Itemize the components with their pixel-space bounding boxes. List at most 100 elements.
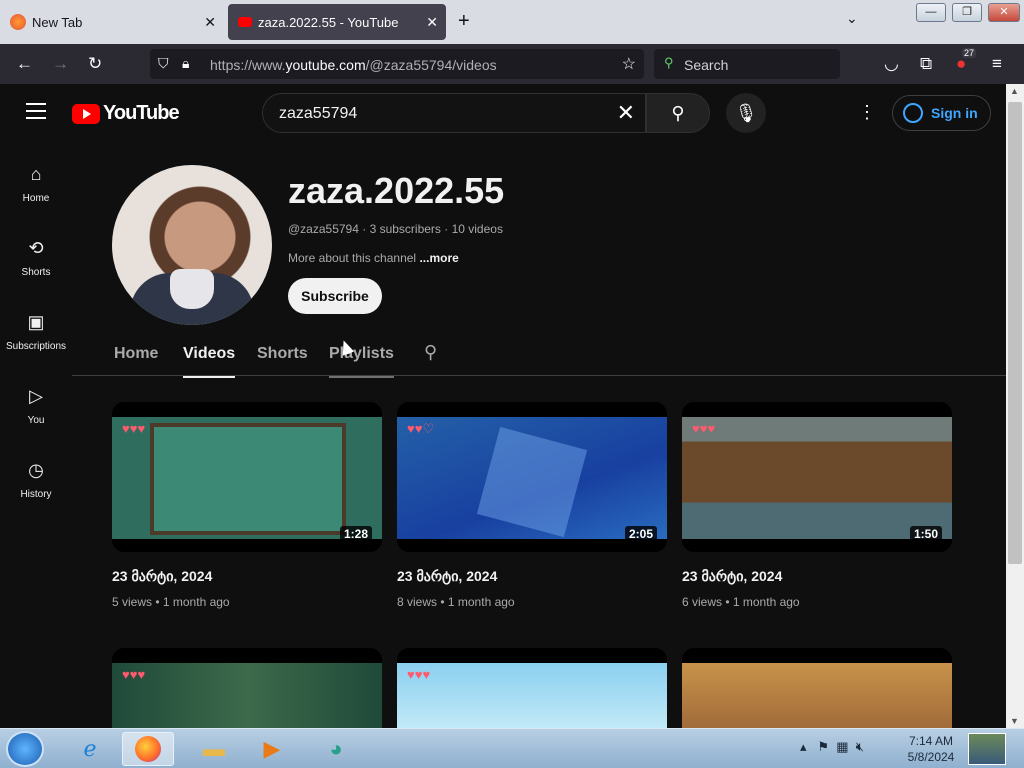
folder-icon[interactable]: ▬ — [188, 732, 240, 766]
video-card[interactable]: ♥♥♥ — [397, 648, 667, 728]
windows-taskbar: ℯ ▬ ▶ ◕ ▴ ⚑ ▦ 🔇︎ 7:14 AM 5/8/2024 — [0, 728, 1024, 768]
video-title[interactable]: 23 მარტი, 2024 — [112, 568, 382, 585]
lock-icon[interactable]: 🔒︎ — [182, 55, 189, 72]
url-bar[interactable]: ⛉ 🔒︎ https://www.youtube.com/@zaza55794/… — [150, 49, 644, 79]
forward-arrow-icon[interactable]: → — [52, 54, 69, 74]
video-thumbnail[interactable]: ♥♥♥ 1:50 — [682, 402, 952, 552]
media-player-icon[interactable]: ▶ — [246, 732, 298, 766]
search-placeholder: Search — [684, 57, 729, 73]
video-thumbnail[interactable] — [682, 648, 952, 728]
video-card[interactable]: ♥♥♥ 1:50 23 მარტი, 2024 6 views • 1 mont… — [682, 402, 952, 609]
sidebar-item-subscriptions[interactable]: ▣ Subscriptions — [0, 302, 72, 376]
browser-search-field[interactable]: ⚲ Search — [654, 49, 840, 79]
extensions-icon[interactable]: ⧉ — [920, 54, 932, 74]
video-thumbnail[interactable]: ♥♥♥ — [397, 648, 667, 728]
video-card[interactable] — [682, 648, 952, 728]
sign-in-button[interactable]: Sign in — [892, 95, 991, 131]
channel-avatar[interactable] — [112, 165, 272, 325]
volume-muted-icon[interactable]: 🔇︎ — [856, 739, 864, 754]
sign-in-label: Sign in — [931, 105, 978, 121]
video-title[interactable]: 23 მარტი, 2024 — [682, 568, 952, 585]
menu-icon[interactable]: ≡ — [992, 54, 1002, 74]
sidebar-item-shorts[interactable]: ⟲ Shorts — [0, 228, 72, 302]
tab-playlists[interactable]: Playlists — [329, 345, 394, 378]
minimize-button[interactable]: — — [916, 3, 946, 22]
new-tab-plus-icon[interactable]: + — [458, 10, 470, 33]
flag-icon[interactable]: ⚑ — [817, 739, 829, 754]
search-button[interactable]: ⚲ — [646, 93, 710, 133]
url-text[interactable]: https://www.youtube.com/@zaza55794/video… — [210, 57, 497, 73]
back-arrow-icon[interactable]: ← — [16, 54, 33, 74]
hearts-icon: ♥♥♡ — [407, 421, 435, 436]
channel-about-link[interactable]: More about this channel ...more — [288, 251, 459, 265]
scroll-down-icon[interactable]: ▼ — [1010, 716, 1019, 726]
close-tab-icon[interactable]: ✕ — [426, 14, 438, 31]
taskbar-clock[interactable]: 7:14 AM 5/8/2024 — [900, 733, 962, 765]
close-tab-icon[interactable]: ✕ — [204, 14, 216, 31]
clear-search-icon[interactable]: ✕ — [617, 100, 635, 126]
tab-shorts[interactable]: Shorts — [257, 345, 308, 363]
tab-youtube[interactable]: zaza.2022.55 - YouTube ✕ — [228, 4, 446, 40]
restore-button[interactable]: ❐ — [952, 3, 982, 22]
bookmark-star-icon[interactable]: ☆ — [622, 54, 636, 74]
pocket-icon[interactable]: ◡ — [884, 54, 899, 74]
sidebar-item-label: History — [20, 489, 52, 500]
scroll-up-icon[interactable]: ▲ — [1010, 86, 1019, 96]
show-desktop-button[interactable] — [968, 733, 1006, 765]
channel-search-icon[interactable]: ⚲ — [424, 342, 437, 363]
show-hidden-icons-icon[interactable]: ▴ — [800, 739, 807, 754]
video-card[interactable]: ♥♥♡ 2:05 23 მარტი, 2024 8 views • 1 mont… — [397, 402, 667, 609]
thumbnail-scene — [682, 417, 952, 539]
network-icon[interactable]: ▦ — [836, 739, 848, 754]
voice-search-button[interactable]: 🎙︎ — [726, 93, 766, 133]
browser-titlebar: New Tab ✕ zaza.2022.55 - YouTube ✕ + ⌄ —… — [0, 0, 1024, 44]
firefox-taskbar-icon[interactable] — [122, 732, 174, 766]
firefox-icon — [10, 14, 26, 30]
thumbnail-scene — [397, 417, 667, 539]
search-icon: ⚲ — [671, 103, 685, 123]
app-icon[interactable]: ◕ — [310, 732, 362, 766]
youtube-favicon-icon — [238, 17, 252, 27]
reload-icon[interactable]: ↻ — [88, 54, 102, 74]
subscribe-button[interactable]: Subscribe — [288, 278, 382, 314]
video-title[interactable]: 23 მარტი, 2024 — [397, 568, 667, 585]
channel-tabs: Home Videos Shorts Playlists ⚲ — [72, 328, 1006, 378]
page-scrollbar[interactable]: ▲ ▼ — [1006, 84, 1024, 728]
clock-time: 7:14 AM — [908, 734, 954, 748]
sidebar-item-history[interactable]: ◷ History — [0, 450, 72, 524]
tab-videos[interactable]: Videos — [183, 345, 236, 378]
youtube-logo[interactable]: YouTube — [72, 102, 180, 125]
sidebar-item-you[interactable]: ▷ You — [0, 376, 72, 450]
hearts-icon: ♥♥♥ — [122, 667, 146, 682]
video-card[interactable]: ♥♥♥ 1:28 23 მარტი, 2024 5 views • 1 mont… — [112, 402, 382, 609]
more-link[interactable]: ...more — [419, 251, 458, 265]
youtube-logo-text: YouTube — [103, 102, 180, 124]
tab-home[interactable]: Home — [114, 345, 158, 363]
sidebar-item-home[interactable]: ⌂ Home — [0, 154, 72, 228]
hearts-icon: ♥♥♥ — [122, 421, 146, 436]
video-card[interactable]: ♥♥♥ — [112, 648, 382, 728]
search-engine-icon: ⚲ — [664, 55, 674, 70]
video-thumbnail[interactable]: ♥♥♥ 1:28 — [112, 402, 382, 552]
scrollbar-thumb[interactable] — [1008, 102, 1022, 564]
more-options-icon[interactable]: ⋮ — [858, 102, 876, 123]
video-thumbnail[interactable]: ♥♥♥ — [112, 648, 382, 728]
shield-icon[interactable]: ⛉ — [158, 55, 169, 72]
internet-explorer-icon[interactable]: ℯ — [64, 732, 116, 766]
microphone-icon: 🎙︎ — [734, 103, 758, 123]
yt-search-value: zaza55794 — [279, 105, 358, 122]
sidebar-item-label: Home — [22, 193, 50, 204]
chevron-down-icon[interactable]: ⌄ — [846, 10, 858, 27]
account-icon — [903, 103, 923, 123]
channel-name: zaza.2022.55 — [288, 170, 505, 211]
sidebar-item-label: Shorts — [21, 267, 51, 278]
tab-new-tab[interactable]: New Tab ✕ — [0, 4, 224, 40]
start-button[interactable] — [6, 731, 44, 767]
guide-menu-icon[interactable] — [26, 103, 46, 119]
mini-guide: ⌂ Home ⟲ Shorts ▣ Subscriptions ▷ You ◷ Histo… — [0, 154, 72, 524]
window-close-button[interactable]: ✕ — [988, 3, 1020, 22]
video-thumbnail[interactable]: ♥♥♡ 2:05 — [397, 402, 667, 552]
yt-search-input[interactable]: zaza55794 ✕ — [262, 93, 646, 133]
video-meta: 5 views • 1 month ago — [112, 595, 230, 609]
tab-label: New Tab — [32, 14, 83, 30]
